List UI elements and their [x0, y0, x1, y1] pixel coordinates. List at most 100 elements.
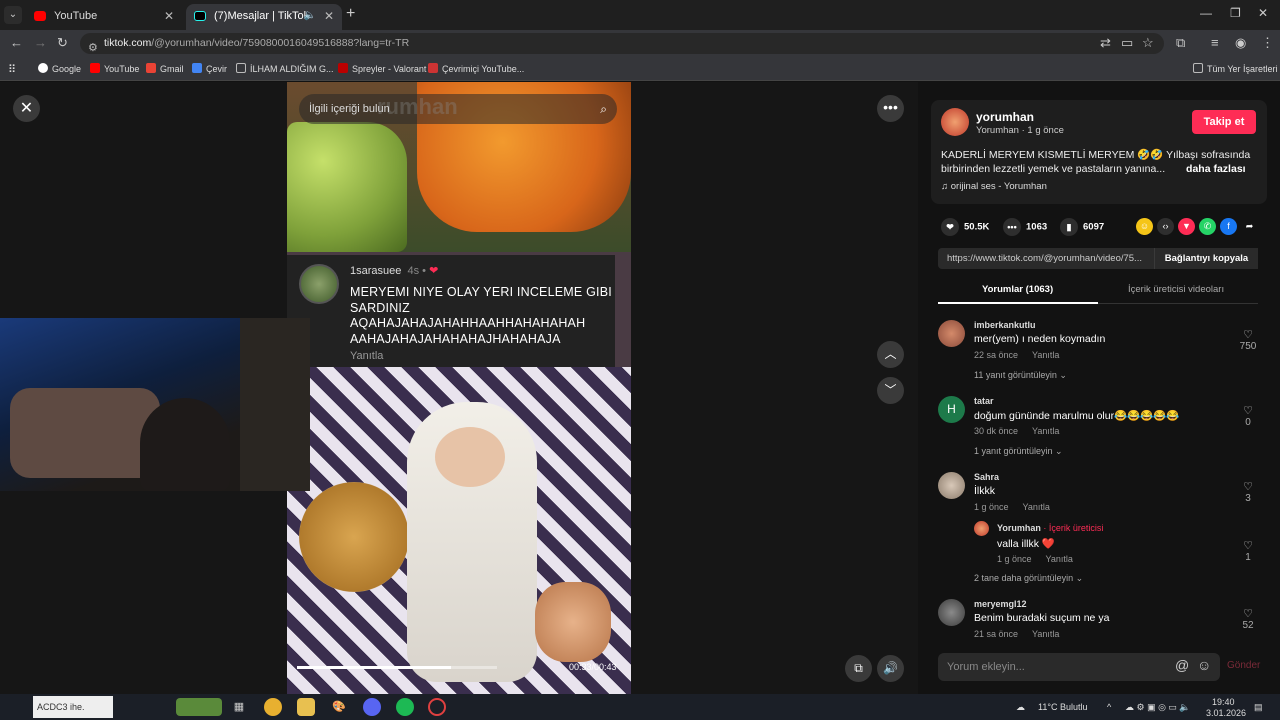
tray-icons[interactable]: ☁ ⚙ ▣ ◎ ▭ 🔈 — [1125, 702, 1191, 713]
avatar[interactable] — [938, 320, 965, 347]
tab-creator-videos[interactable]: İçerik üreticisi videoları — [1128, 284, 1224, 295]
comment-like[interactable]: ♡ 0 — [1236, 404, 1260, 428]
tray-chevron-icon[interactable]: ^ — [1107, 702, 1111, 712]
window-close-icon[interactable]: ✕ — [1258, 6, 1268, 20]
tab-comments[interactable]: Yorumlar (1063) — [982, 284, 1053, 295]
discord-icon[interactable] — [363, 698, 381, 716]
follow-button[interactable]: Takip et — [1192, 110, 1256, 134]
reply-button[interactable]: Yanıtla — [1032, 629, 1059, 639]
mention-icon[interactable]: @ — [1175, 657, 1189, 673]
tab-search-icon[interactable]: ⌄ — [4, 6, 22, 24]
extensions-icon[interactable]: ⧉ — [1176, 35, 1185, 51]
avatar[interactable] — [941, 108, 969, 136]
bookmark-valorant[interactable]: Spreyler - Valorant — [338, 63, 426, 74]
close-video-button[interactable]: ✕ — [13, 95, 40, 122]
obs-icon[interactable] — [428, 698, 446, 716]
reply-button[interactable]: Yanıtla — [1046, 554, 1073, 564]
author-name[interactable]: yorumhan — [976, 110, 1034, 124]
avatar[interactable] — [938, 599, 965, 626]
task-view-icon[interactable]: ▦ — [230, 698, 248, 716]
video-player[interactable]: rumhan İlgili içeriği bulun ⌕ 00:33/00:4… — [287, 82, 631, 694]
previous-video-button[interactable]: ︿ — [877, 341, 904, 368]
avatar[interactable] — [938, 472, 965, 499]
reply-button[interactable]: Yanıtla — [1023, 502, 1050, 512]
bookmark-gmail[interactable]: Gmail — [146, 63, 184, 74]
bookmark-translate[interactable]: Çevir — [192, 63, 227, 74]
file-explorer-icon[interactable] — [297, 698, 315, 716]
comment-user[interactable]: Sahra — [974, 472, 999, 482]
more-options-button[interactable]: ••• — [877, 95, 904, 122]
address-bar[interactable]: ⚙ tiktok.com/@yorumhan/video/75908000160… — [80, 33, 1164, 54]
comment-stat[interactable]: ••• 1063 — [1003, 218, 1047, 236]
bookmark-google[interactable]: Google — [38, 63, 81, 74]
music-link[interactable]: ♫ orijinal ses - Yorumhan — [941, 181, 1047, 192]
tab-tiktok[interactable]: (7)Mesajlar | TikTok 🔈 ✕ — [186, 4, 342, 30]
minimize-icon[interactable]: — — [1200, 6, 1212, 20]
volume-button[interactable]: 🔊 — [877, 655, 904, 682]
comment-user[interactable]: imberkankutlu — [974, 320, 1036, 330]
miniplayer-button[interactable]: ⧉ — [845, 655, 872, 682]
emoji-share-icon[interactable]: ☺ — [1136, 218, 1153, 235]
video-search-bar[interactable]: İlgili içeriği bulun ⌕ — [299, 94, 617, 124]
spotify-icon[interactable] — [396, 698, 414, 716]
reply-like[interactable]: ♡ 1 — [1236, 539, 1260, 563]
comment-item: imberkankutlu mer(yem) ı neden koymadın … — [938, 320, 1258, 390]
translate-icon[interactable]: ⇄ — [1100, 35, 1111, 51]
taskbar-widget[interactable]: ACDC3 ihe. — [33, 696, 113, 718]
view-replies[interactable]: 1 yanıt görüntüleyin ⌄ — [974, 446, 1063, 457]
new-tab-button[interactable]: + — [346, 5, 355, 23]
comment-like[interactable]: ♡ 3 — [1236, 480, 1260, 504]
comment-like[interactable]: ♡ 750 — [1236, 328, 1260, 352]
bookmark-youtube-2[interactable]: Çevrimiçi YouTube... — [428, 63, 524, 74]
chrome-icon[interactable] — [264, 698, 282, 716]
site-info-icon[interactable]: ⚙ — [88, 38, 98, 59]
comment-user[interactable]: meryemgl12 — [974, 599, 1027, 609]
star-icon[interactable]: ☆ — [1142, 35, 1154, 51]
all-bookmarks[interactable]: Tüm Yer İşaretleri — [1193, 63, 1278, 74]
whatsapp-icon[interactable]: ✆ — [1199, 218, 1216, 235]
clock-time[interactable]: 19:40 — [1212, 697, 1235, 707]
reply-button[interactable]: Yanıtla — [1032, 426, 1059, 436]
emoji-icon[interactable]: ☺ — [1197, 657, 1211, 673]
restore-icon[interactable]: ❐ — [1230, 6, 1241, 20]
reply-user[interactable]: Yorumhan · İçerik üreticisi — [997, 523, 1103, 533]
comment-like[interactable]: ♡ 52 — [1236, 607, 1258, 631]
more-link[interactable]: daha fazlası — [1186, 163, 1246, 175]
close-icon[interactable]: ✕ — [164, 4, 174, 28]
apps-icon[interactable]: ⠿ — [8, 63, 16, 76]
view-replies[interactable]: 11 yanıt görüntüleyin ⌄ — [974, 370, 1067, 381]
view-replies[interactable]: 2 tane daha görüntüleyin ⌄ — [974, 573, 1083, 584]
back-icon[interactable]: ← — [10, 35, 23, 50]
send-button[interactable]: Gönder — [1227, 660, 1260, 671]
reply-button[interactable]: Yanıtla — [1032, 350, 1059, 360]
weather[interactable]: 11°C Bulutlu — [1038, 702, 1087, 712]
save-stat[interactable]: ▮ 6097 — [1060, 218, 1104, 236]
menu-icon[interactable]: ⋮ — [1261, 35, 1274, 51]
send-icon[interactable]: ▼ — [1178, 218, 1195, 235]
bookmark-youtube[interactable]: YouTube — [90, 63, 139, 74]
reload-icon[interactable]: ↻ — [57, 35, 68, 51]
clock-date[interactable]: 3.01.2026 — [1206, 708, 1246, 718]
media-icon[interactable]: ≡ — [1211, 35, 1219, 50]
embed-icon[interactable]: ‹› — [1157, 218, 1174, 235]
cast-icon[interactable]: ▭ — [1121, 35, 1133, 51]
widgets-thumbnail[interactable] — [176, 698, 222, 716]
copy-link-button[interactable]: Bağlantıyı kopyala — [1154, 248, 1258, 269]
like-stat[interactable]: ❤ 50.5K — [941, 218, 989, 236]
avatar[interactable] — [974, 521, 989, 536]
avatar[interactable]: H — [938, 396, 965, 423]
facebook-icon[interactable]: f — [1220, 218, 1237, 235]
video-progress-bar[interactable] — [297, 666, 497, 669]
tab-youtube[interactable]: YouTube ✕ — [26, 4, 182, 30]
paint-icon[interactable]: 🎨 — [330, 698, 348, 716]
profile-icon[interactable]: ◉ — [1235, 35, 1246, 51]
share-arrow-icon[interactable]: ➦ — [1241, 218, 1258, 235]
close-icon[interactable]: ✕ — [324, 4, 334, 28]
comment-user[interactable]: tatar — [974, 396, 994, 406]
next-video-button[interactable]: ﹀ — [877, 377, 904, 404]
speaker-icon[interactable]: 🔈 — [304, 4, 316, 28]
notification-icon[interactable]: ▤ — [1254, 702, 1263, 713]
forward-icon[interactable]: → — [34, 35, 47, 50]
bookmark-folder[interactable]: İLHAM ALDIĞIM G... — [236, 63, 334, 74]
search-icon[interactable]: ⌕ — [600, 94, 607, 124]
